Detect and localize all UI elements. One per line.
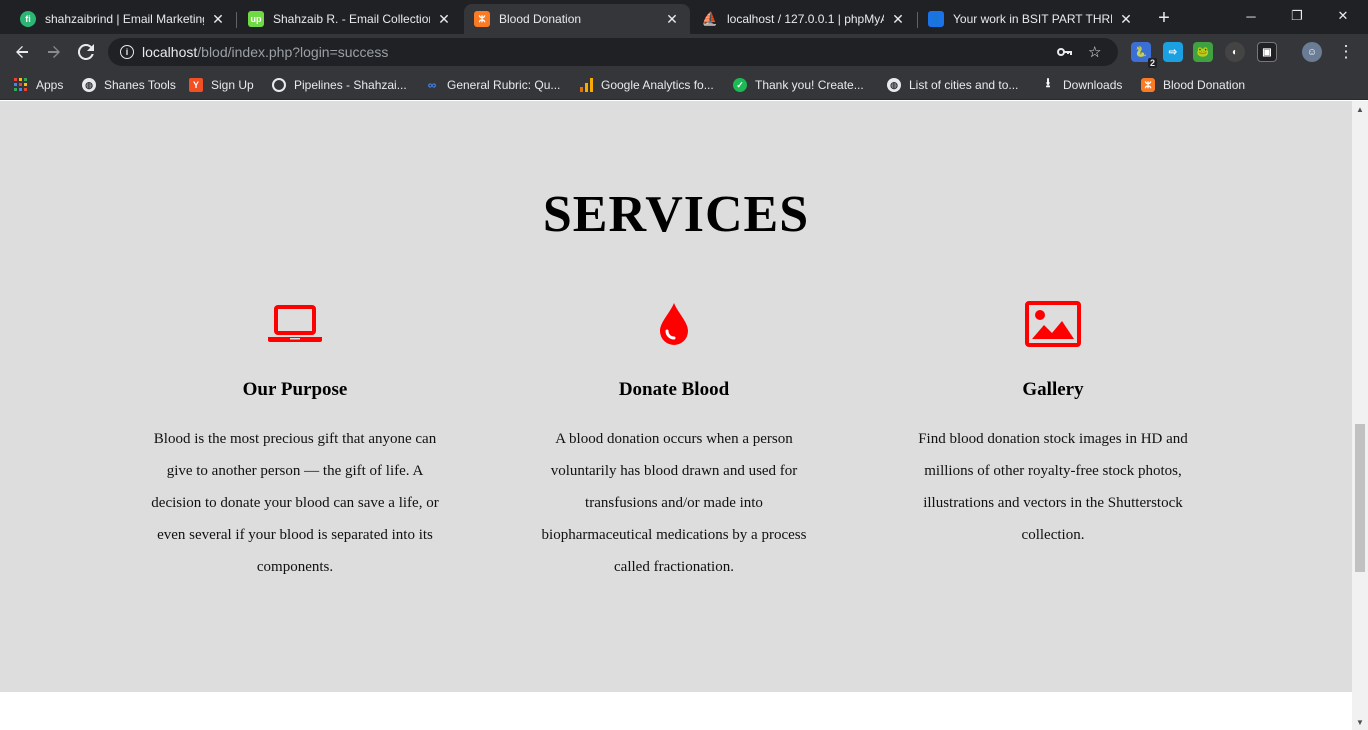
service-description: A blood donation occurs when a person vo… xyxy=(541,431,807,575)
classroom-favicon-icon: 👤 xyxy=(928,11,944,27)
bookmark-label: Apps xyxy=(36,78,64,92)
service-title: Our Purpose xyxy=(242,379,348,400)
url-path: /blod/index.php?login=success xyxy=(197,44,389,60)
extension-python-icon[interactable]: 🐍 2 xyxy=(1131,42,1157,68)
chrome-menu-button[interactable]: ⋮ xyxy=(1334,40,1358,64)
tab-classroom[interactable]: 👤 Your work in BSIT PART THREE ✕ xyxy=(918,4,1144,34)
apps-grid-icon xyxy=(14,78,28,92)
address-bar[interactable]: i localhost/blod/index.php?login=success… xyxy=(108,38,1118,66)
tab-email-collection[interactable]: up Shahzaib R. - Email Collection, ✕ xyxy=(238,4,462,34)
key-icon[interactable] xyxy=(1056,42,1072,62)
xampp-icon: ⵣ xyxy=(1141,78,1155,92)
profile-avatar[interactable]: ☺ xyxy=(1302,42,1322,62)
back-arrow-icon xyxy=(16,46,28,58)
forward-button[interactable] xyxy=(42,40,66,64)
service-description: Find blood donation stock images in HD a… xyxy=(918,431,1188,543)
service-card-gallery: Gallery Find blood donation stock images… xyxy=(908,299,1198,551)
tab-title: Blood Donation xyxy=(499,12,582,26)
service-title: Donate Blood xyxy=(618,379,730,400)
bookmarks-bar: Apps ◍ Shanes Tools Y Sign Up Pipelines … xyxy=(0,70,1368,100)
analytics-icon xyxy=(579,78,593,92)
signup-icon: Y xyxy=(189,78,203,92)
tab-title: Your work in BSIT PART THREE xyxy=(953,12,1112,26)
new-tab-button[interactable]: + xyxy=(1152,6,1176,30)
bookmark-label: General Rubric: Qu... xyxy=(447,78,561,92)
tab-email-marketing[interactable]: fi shahzaibrind | Email Marketing ✕ xyxy=(10,4,236,34)
services-heading: SERVICES xyxy=(542,186,810,243)
scrollbar-thumb[interactable] xyxy=(1355,424,1365,572)
bookmark-thank-you[interactable]: ✓ Thank you! Create... xyxy=(733,76,864,94)
service-description: Blood is the most precious gift that any… xyxy=(151,431,439,575)
bookmark-downloads[interactable]: ⭳ Downloads xyxy=(1041,75,1123,94)
bookmark-blood-donation[interactable]: ⵣ Blood Donation xyxy=(1141,76,1245,94)
extension-badge: 2 xyxy=(1147,58,1157,68)
pipeline-icon xyxy=(272,78,286,92)
bookmark-label: Pipelines - Shahzai... xyxy=(294,78,407,92)
service-title: Gallery xyxy=(1022,379,1084,400)
bookmark-label: Sign Up xyxy=(211,78,254,92)
url-host: localhost xyxy=(142,44,198,60)
close-tab-icon[interactable]: ✕ xyxy=(890,11,906,27)
bookmark-star-icon[interactable]: ☆ xyxy=(1088,42,1101,62)
page-viewport: SERVICES Our Purpose Blood is the most p… xyxy=(0,101,1352,730)
bookmark-general-rubric[interactable]: ∞ General Rubric: Qu... xyxy=(425,76,561,94)
page-scrollbar[interactable]: ▲ ▼ xyxy=(1352,101,1368,730)
bookmark-label: List of cities and to... xyxy=(909,78,1019,92)
tab-strip: fi shahzaibrind | Email Marketing ✕ up S… xyxy=(0,0,1368,34)
bookmark-sign-up[interactable]: Y Sign Up xyxy=(189,76,254,94)
bookmark-label: Blood Donation xyxy=(1163,78,1246,92)
reload-icon xyxy=(78,44,94,60)
phpmyadmin-favicon-icon: ⛵ xyxy=(701,11,719,26)
close-window-button[interactable]: ✕ xyxy=(1320,0,1366,32)
link-icon: ∞ xyxy=(427,78,437,92)
bookmark-google-analytics[interactable]: Google Analytics fo... xyxy=(579,76,714,94)
close-tab-icon[interactable]: ✕ xyxy=(436,11,452,27)
laptop-icon xyxy=(150,299,440,349)
service-card-donate-blood: Donate Blood A blood donation occurs whe… xyxy=(529,299,819,583)
close-tab-icon[interactable]: ✕ xyxy=(664,11,680,27)
back-button[interactable] xyxy=(10,40,34,64)
site-info-icon[interactable]: i xyxy=(120,45,134,59)
xampp-favicon-icon: ⵣ xyxy=(474,11,490,27)
extension-arrow-icon[interactable]: ⇨ xyxy=(1163,42,1183,62)
reload-button[interactable] xyxy=(74,40,98,64)
services-section: SERVICES Our Purpose Blood is the most p… xyxy=(0,101,1352,692)
minimize-window-button[interactable]: ─ xyxy=(1228,0,1274,32)
download-icon: ⭳ xyxy=(1045,75,1051,90)
bookmark-shanes-tools[interactable]: ◍ Shanes Tools xyxy=(82,76,176,94)
url-text[interactable]: localhost/blod/index.php?login=success xyxy=(142,44,388,60)
fiverr-favicon-icon: fi xyxy=(20,11,36,27)
tab-blood-donation[interactable]: ⵣ Blood Donation ✕ xyxy=(464,4,690,34)
tab-title: shahzaibrind | Email Marketing xyxy=(45,12,204,26)
bookmark-label: Google Analytics fo... xyxy=(601,78,714,92)
extension-circle-icon[interactable]: ◐ xyxy=(1225,42,1245,62)
globe-icon: ◍ xyxy=(82,78,96,92)
forward-arrow-icon xyxy=(48,46,60,58)
bookmark-pipelines[interactable]: Pipelines - Shahzai... xyxy=(272,76,407,94)
bookmark-apps[interactable]: Apps xyxy=(14,76,63,94)
bookmark-label: Downloads xyxy=(1063,78,1123,92)
close-tab-icon[interactable]: ✕ xyxy=(210,11,226,27)
extension-frog-icon[interactable]: 🐸 xyxy=(1193,42,1213,62)
tab-title: localhost / 127.0.0.1 | phpMyAd xyxy=(727,12,884,26)
check-icon: ✓ xyxy=(733,78,747,92)
maximize-window-button[interactable]: ❐ xyxy=(1274,0,1320,32)
bookmark-list-of-cities[interactable]: ◍ List of cities and to... xyxy=(887,76,1018,94)
bookmark-label: Shanes Tools xyxy=(104,78,176,92)
tab-phpmyadmin[interactable]: ⛵ localhost / 127.0.0.1 | phpMyAd ✕ xyxy=(692,4,916,34)
tab-title: Shahzaib R. - Email Collection, xyxy=(273,12,430,26)
close-tab-icon[interactable]: ✕ xyxy=(1118,11,1134,27)
service-card-our-purpose: Our Purpose Blood is the most precious g… xyxy=(150,299,440,583)
bookmark-label: Thank you! Create... xyxy=(755,78,864,92)
scroll-up-arrow-icon[interactable]: ▲ xyxy=(1352,101,1368,117)
blood-drop-icon xyxy=(529,299,819,349)
upwork-favicon-icon: up xyxy=(248,11,264,27)
globe-icon: ◍ xyxy=(887,78,901,92)
image-icon xyxy=(908,299,1198,349)
extension-contacts-icon[interactable]: ▣ xyxy=(1257,42,1277,62)
scroll-down-arrow-icon[interactable]: ▼ xyxy=(1352,714,1368,730)
browser-toolbar: i localhost/blod/index.php?login=success… xyxy=(0,34,1368,70)
